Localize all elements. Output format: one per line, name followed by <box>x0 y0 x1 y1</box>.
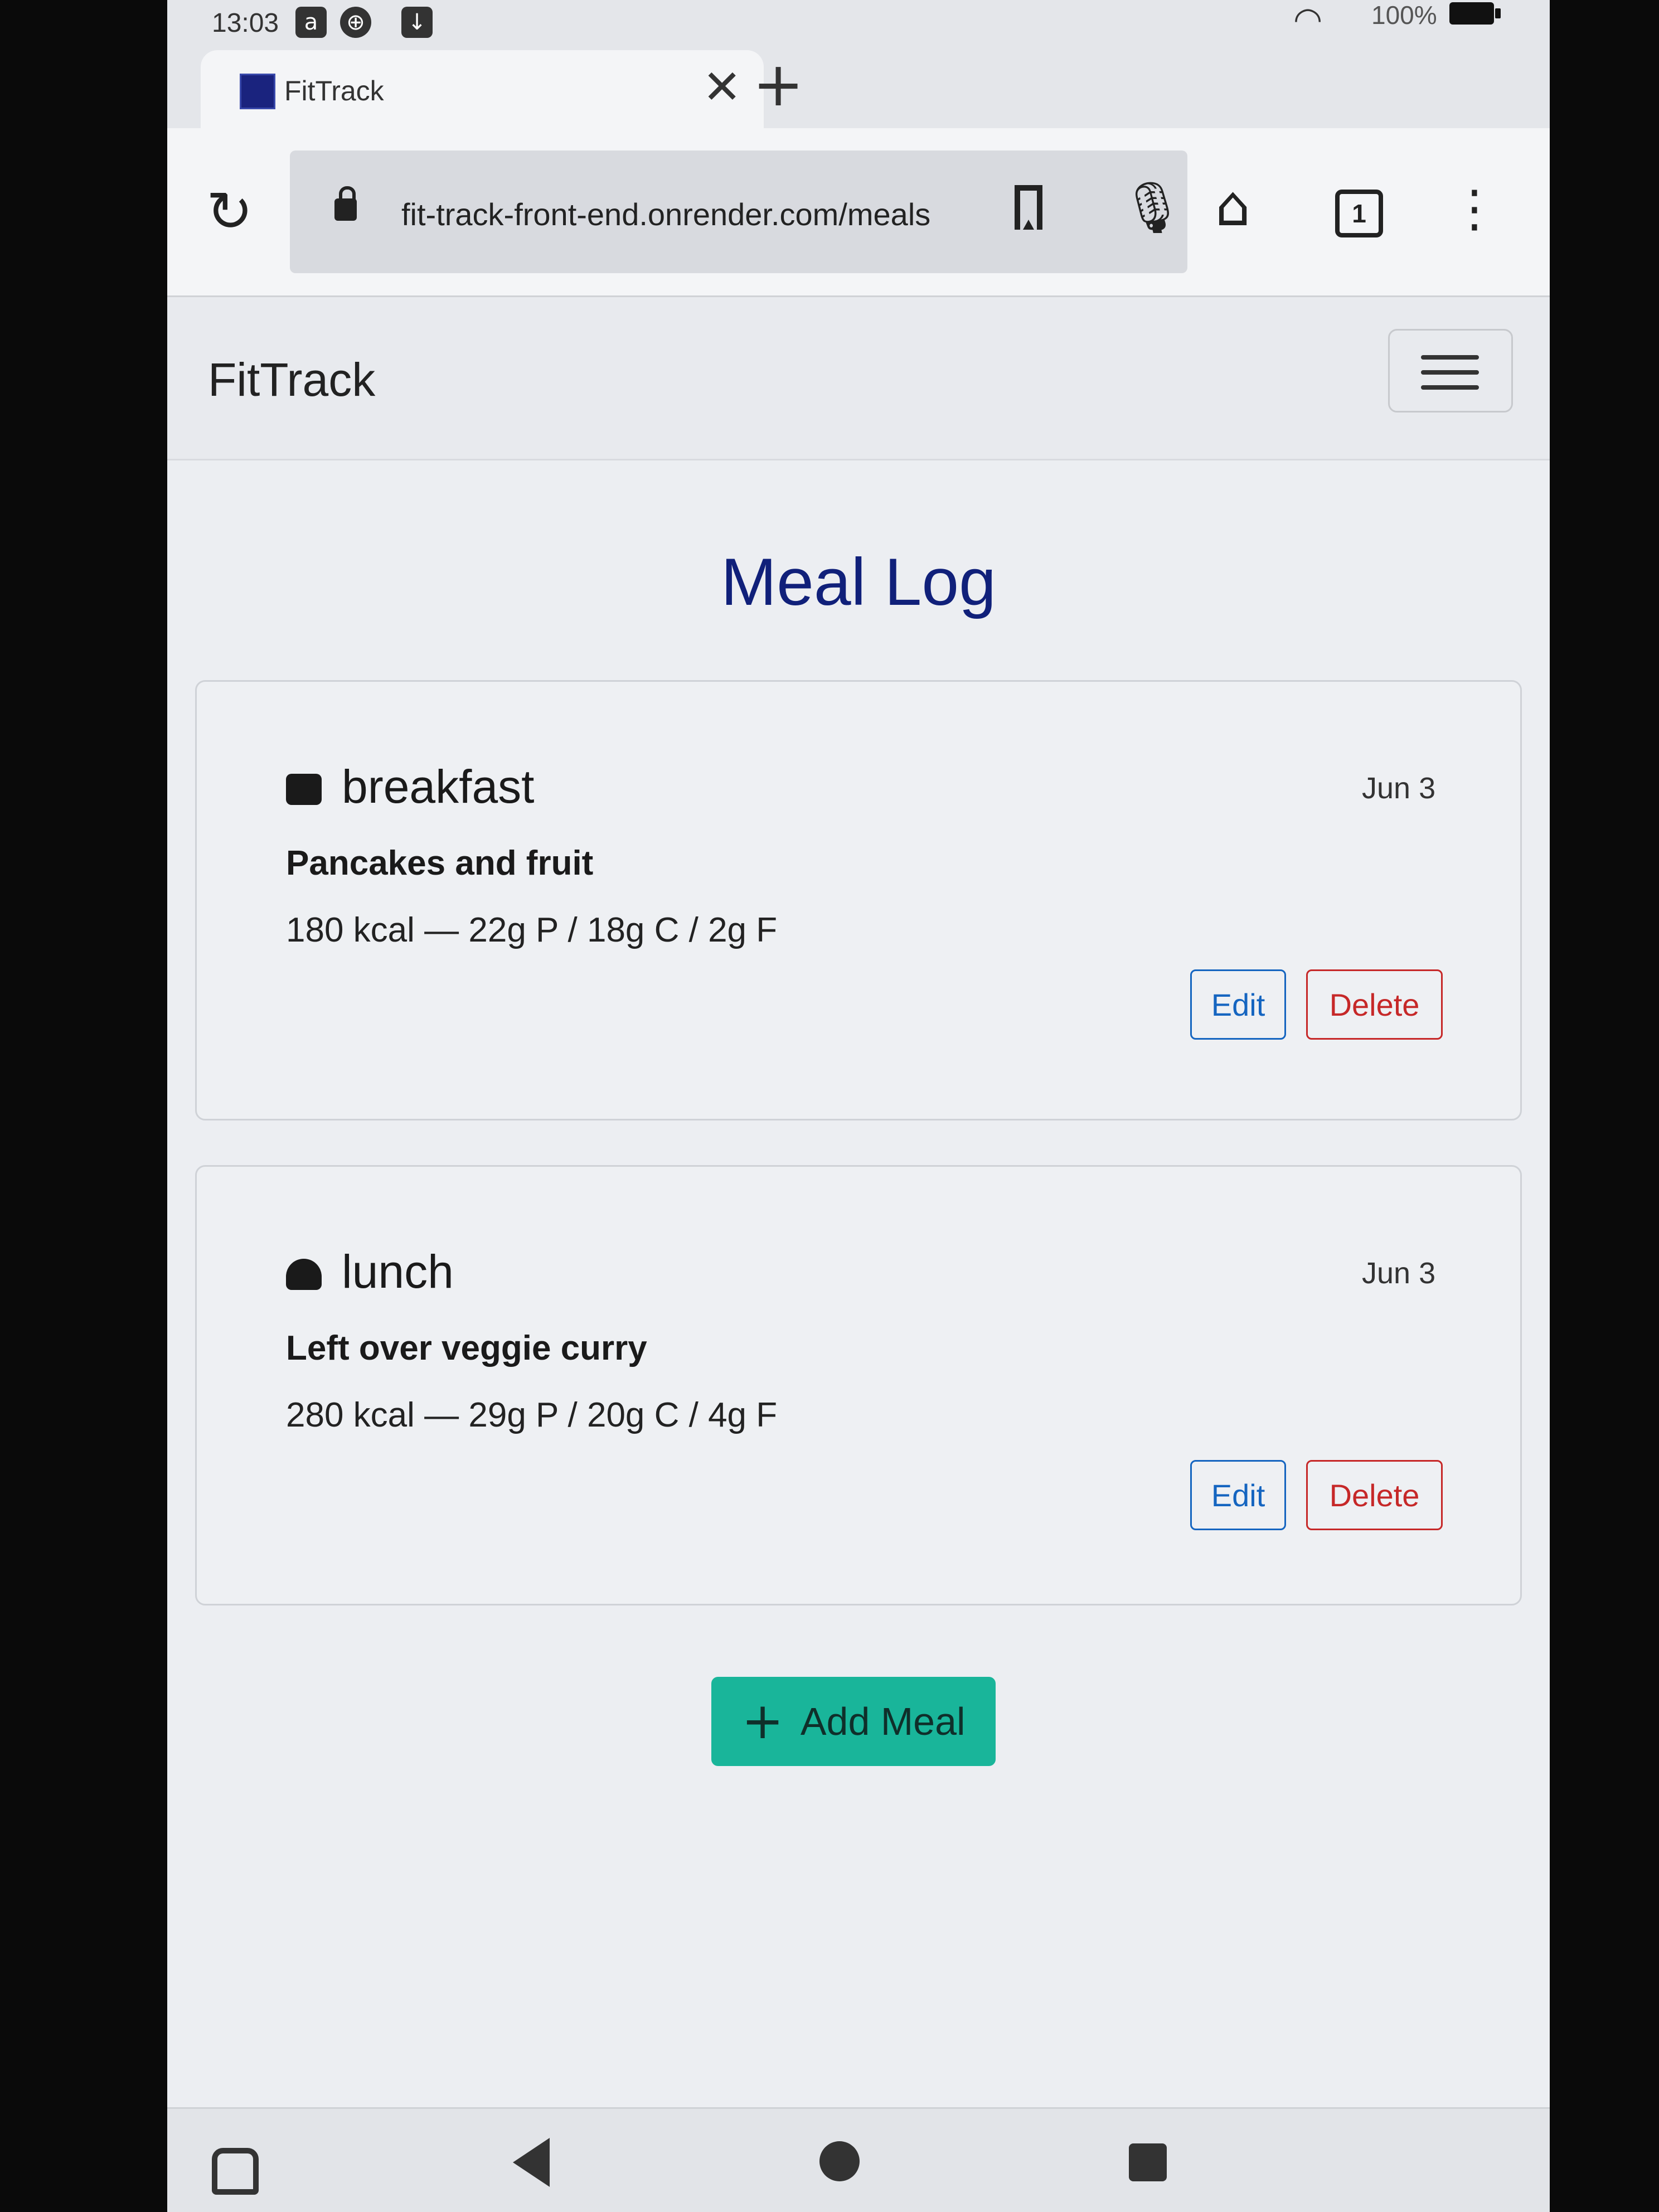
breakfast-icon <box>286 774 322 805</box>
recent-apps-icon[interactable] <box>1129 2143 1167 2181</box>
back-icon[interactable] <box>513 2138 550 2187</box>
system-navigation-bar <box>167 2107 1550 2212</box>
globe-icon: ⊕ <box>340 7 371 38</box>
add-meal-button[interactable]: + Add Meal <box>711 1677 996 1766</box>
download-icon: ↓ <box>401 7 433 38</box>
home-circle-icon[interactable] <box>819 2141 860 2181</box>
device-screen: 13:03 a ⊕ ↓ ◠ 100% FitTrack ✕ + ↻ fit-tr… <box>167 0 1550 2212</box>
browser-tab[interactable]: FitTrack ✕ <box>201 50 764 128</box>
burger-icon <box>286 1259 322 1290</box>
app-notification-icon: a <box>295 7 327 38</box>
status-bar: 13:03 a ⊕ ↓ ◠ 100% <box>167 0 1550 45</box>
meal-type: breakfast <box>342 760 535 813</box>
lock-icon <box>334 186 357 221</box>
url-text[interactable]: fit-track-front-end.onrender.com/meals <box>401 196 930 232</box>
page-title: Meal Log <box>721 545 996 619</box>
delete-button[interactable]: Delete <box>1306 1460 1443 1530</box>
home-icon[interactable]: ⌂ <box>1215 178 1250 234</box>
tab-strip: FitTrack ✕ + <box>167 45 1550 128</box>
hamburger-line <box>1421 355 1479 360</box>
meal-macros: 180 kcal — 22g P / 18g C / 2g F <box>286 911 778 949</box>
meal-date: Jun 3 <box>1362 1257 1436 1290</box>
hamburger-line <box>1421 385 1479 390</box>
delete-button[interactable]: Delete <box>1306 969 1443 1040</box>
close-tab-icon[interactable]: ✕ <box>702 64 741 110</box>
browser-toolbar: ↻ fit-track-front-end.onrender.com/meals… <box>167 128 1550 297</box>
meal-type: lunch <box>342 1245 454 1298</box>
plus-icon: + <box>741 1692 784 1750</box>
status-time: 13:03 <box>212 8 279 38</box>
new-tab-icon[interactable]: + <box>753 54 804 115</box>
wifi-icon: ◠ <box>1293 0 1323 39</box>
microphone-icon[interactable]: 🎙 <box>1120 183 1184 233</box>
tab-title: FitTrack <box>284 75 384 106</box>
meal-card: breakfast Jun 3 Pancakes and fruit 180 k… <box>195 680 1522 1120</box>
edit-button[interactable]: Edit <box>1190 969 1286 1040</box>
meal-date: Jun 3 <box>1362 772 1436 805</box>
meal-name: Pancakes and fruit <box>286 844 594 882</box>
add-meal-label: Add Meal <box>800 1700 966 1743</box>
overflow-menu-icon[interactable]: ⋮ <box>1449 184 1500 234</box>
battery-icon <box>1449 2 1501 25</box>
battery-percent: 100% <box>1371 1 1437 30</box>
favicon-icon <box>240 74 275 109</box>
address-bar[interactable]: fit-track-front-end.onrender.com/meals 🎙 <box>290 151 1187 273</box>
site-navbar: FitTrack <box>167 297 1550 460</box>
meal-macros: 280 kcal — 29g P / 20g C / 4g F <box>286 1396 778 1434</box>
hamburger-line <box>1421 370 1479 375</box>
launcher-icon[interactable] <box>212 2148 259 2195</box>
tab-switcher-button[interactable]: 1 <box>1335 190 1383 237</box>
site-brand[interactable]: FitTrack <box>208 353 375 407</box>
meal-name: Left over veggie curry <box>286 1329 647 1367</box>
meal-card: lunch Jun 3 Left over veggie curry 280 k… <box>195 1165 1522 1605</box>
reload-icon[interactable]: ↻ <box>206 184 253 240</box>
bookmark-icon[interactable] <box>1015 185 1042 230</box>
edit-button[interactable]: Edit <box>1190 1460 1286 1530</box>
hamburger-menu-button[interactable] <box>1388 329 1513 413</box>
